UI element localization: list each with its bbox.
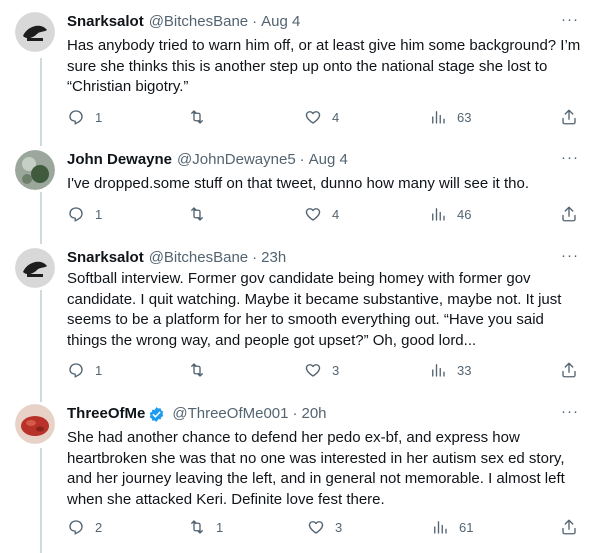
views-icon [432, 208, 445, 221]
display-name[interactable]: Snarksalot [67, 248, 144, 268]
action-bar: 1 3 33 [67, 361, 582, 381]
tweet[interactable]: Snarksalot @BitchesBane · 23h ··· Softba… [0, 246, 597, 388]
separator: · [252, 249, 258, 266]
share-button[interactable] [560, 205, 578, 223]
timestamp[interactable]: 23h [261, 248, 286, 268]
user-handle[interactable]: @JohnDewayne5 [177, 150, 296, 170]
action-bar: 1 4 63 [67, 108, 582, 128]
tweet-text: I've dropped.some stuff on that tweet, d… [67, 175, 530, 192]
user-handle[interactable]: @BitchesBane [149, 248, 248, 268]
share-button[interactable] [560, 108, 578, 126]
tweet-text: Softball interview. Former gov candidate… [67, 270, 562, 349]
views-icon [434, 521, 447, 534]
views-button[interactable]: 33 [429, 361, 471, 379]
like-count: 4 [332, 109, 340, 125]
timestamp[interactable]: Aug 4 [261, 12, 300, 32]
display-name[interactable]: Snarksalot [67, 12, 144, 32]
views-button[interactable]: 63 [429, 108, 471, 126]
timestamp[interactable]: Aug 4 [309, 150, 348, 170]
retweet-button[interactable] [188, 361, 216, 379]
tweet-header: Snarksalot @BitchesBane · 23h [67, 248, 286, 268]
views-icon [432, 364, 445, 377]
like-count: 4 [332, 206, 340, 222]
tweet-header: Snarksalot @BitchesBane · Aug 4 [67, 12, 300, 32]
view-count: 63 [457, 109, 472, 125]
action-bar: 1 4 46 [67, 205, 582, 225]
like-button[interactable]: 4 [304, 108, 339, 126]
more-options-icon[interactable]: ··· [561, 246, 579, 266]
view-count: 61 [459, 519, 474, 535]
avatar[interactable] [15, 12, 55, 52]
user-handle[interactable]: @ThreeOfMe001 [172, 404, 288, 424]
share-button[interactable] [560, 518, 578, 536]
action-bar: 2 1 3 61 [67, 518, 582, 538]
share-icon [562, 109, 576, 125]
tweet[interactable]: John Dewayne @JohnDewayne5 · Aug 4 ··· I… [0, 148, 597, 230]
reply-count: 1 [95, 362, 103, 378]
views-icon [432, 111, 445, 124]
reply-icon [69, 110, 83, 125]
display-name[interactable]: John Dewayne [67, 150, 172, 170]
tweet-header: John Dewayne @JohnDewayne5 · Aug 4 [67, 150, 348, 170]
tweet-header: ThreeOfMe @ThreeOfMe001 · 20h [67, 404, 327, 424]
like-button[interactable]: 4 [304, 205, 339, 223]
share-icon [562, 519, 576, 535]
avatar[interactable] [15, 404, 55, 444]
tweet-text: She had another chance to defend her ped… [67, 429, 565, 508]
separator: · [252, 13, 258, 30]
retweet-icon [191, 520, 203, 534]
heart-icon [308, 521, 324, 534]
heart-icon [305, 111, 321, 124]
reply-button[interactable]: 1 [67, 108, 102, 126]
retweet-icon [191, 207, 203, 221]
like-button[interactable]: 3 [307, 518, 342, 536]
reply-icon [69, 363, 83, 378]
share-button[interactable] [560, 361, 578, 379]
tweet-text: Has anybody tried to warn him off, or at… [67, 37, 581, 95]
views-button[interactable]: 61 [431, 518, 473, 536]
reply-count: 1 [95, 109, 103, 125]
retweet-button[interactable] [188, 205, 216, 223]
share-icon [562, 362, 576, 378]
more-options-icon[interactable]: ··· [561, 148, 579, 168]
user-handle[interactable]: @BitchesBane [149, 12, 248, 32]
reply-count: 1 [95, 206, 103, 222]
heart-icon [305, 208, 321, 221]
views-button[interactable]: 46 [429, 205, 471, 223]
reply-button[interactable]: 1 [67, 205, 102, 223]
retweet-button[interactable]: 1 [188, 518, 223, 536]
reply-count: 2 [95, 519, 103, 535]
heart-icon [305, 364, 321, 377]
avatar[interactable] [15, 248, 55, 288]
tweet[interactable]: Snarksalot @BitchesBane · Aug 4 ··· Has … [0, 10, 597, 132]
reply-button[interactable]: 2 [67, 518, 102, 536]
like-count: 3 [332, 362, 340, 378]
verified-badge-icon [150, 406, 164, 422]
retweet-icon [191, 110, 203, 124]
timestamp[interactable]: 20h [301, 404, 326, 424]
more-options-icon[interactable]: ··· [561, 402, 579, 422]
retweet-icon [191, 363, 203, 377]
reply-icon [69, 207, 83, 222]
share-icon [562, 206, 576, 222]
like-button[interactable]: 3 [304, 361, 339, 379]
tweet[interactable]: ThreeOfMe @ThreeOfMe001 · 20h ··· She ha… [0, 402, 597, 549]
separator: · [299, 151, 305, 168]
like-count: 3 [335, 519, 343, 535]
view-count: 46 [457, 206, 472, 222]
reply-icon [69, 520, 83, 535]
avatar[interactable] [15, 150, 55, 190]
retweet-button[interactable] [188, 108, 216, 126]
view-count: 33 [457, 362, 472, 378]
reply-button[interactable]: 1 [67, 361, 102, 379]
separator: · [292, 405, 298, 422]
more-options-icon[interactable]: ··· [561, 10, 579, 30]
retweet-count: 1 [216, 519, 224, 535]
display-name[interactable]: ThreeOfMe [67, 404, 145, 424]
